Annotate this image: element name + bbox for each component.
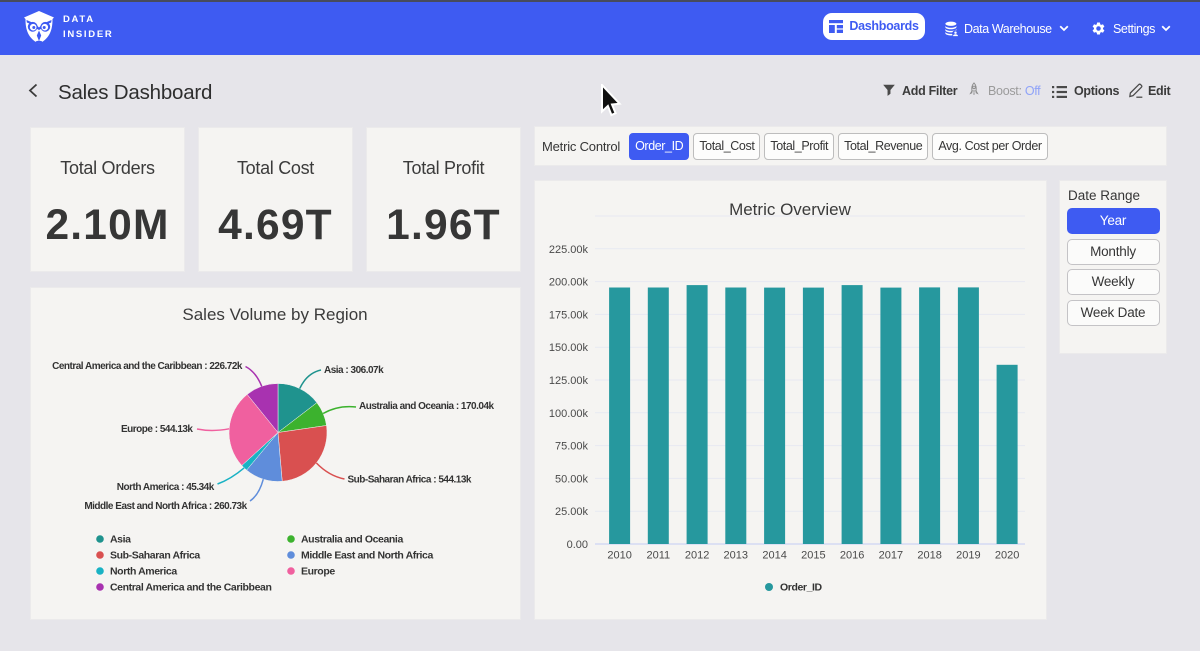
- svg-text:Europe : 544.13k: Europe : 544.13k: [121, 424, 193, 435]
- svg-text:25.00k: 25.00k: [555, 506, 589, 518]
- svg-text:100.00k: 100.00k: [549, 408, 589, 420]
- svg-text:Sales Volume by Region: Sales Volume by Region: [182, 305, 367, 324]
- svg-text:Order_ID: Order_ID: [780, 582, 823, 594]
- svg-text:2011: 2011: [646, 550, 670, 562]
- svg-text:Asia: Asia: [110, 534, 131, 546]
- svg-text:2020: 2020: [995, 550, 1019, 562]
- svg-text:North America : 45.34k: North America : 45.34k: [117, 482, 215, 493]
- svg-text:2014: 2014: [762, 550, 786, 562]
- svg-text:Sub-Saharan Africa: Sub-Saharan Africa: [110, 550, 200, 562]
- svg-text:2013: 2013: [724, 550, 748, 562]
- svg-text:2015: 2015: [801, 550, 825, 562]
- svg-text:50.00k: 50.00k: [555, 473, 589, 485]
- svg-text:225.00k: 225.00k: [549, 244, 589, 256]
- svg-text:Middle East and North Africa: Middle East and North Africa: [301, 550, 433, 562]
- svg-text:175.00k: 175.00k: [549, 309, 589, 321]
- svg-text:Europe: Europe: [301, 566, 335, 578]
- svg-text:Australia and Oceania: Australia and Oceania: [301, 534, 403, 546]
- svg-text:Asia : 306.07k: Asia : 306.07k: [324, 365, 384, 376]
- svg-text:125.00k: 125.00k: [549, 375, 589, 387]
- svg-text:200.00k: 200.00k: [549, 277, 589, 289]
- svg-text:Sub-Saharan Africa : 544.13k: Sub-Saharan Africa : 544.13k: [348, 475, 472, 486]
- svg-text:75.00k: 75.00k: [555, 441, 589, 453]
- svg-text:2017: 2017: [879, 550, 903, 562]
- svg-text:2016: 2016: [840, 550, 864, 562]
- svg-text:2012: 2012: [685, 550, 709, 562]
- svg-text:Central America and the Caribb: Central America and the Caribbean: [110, 582, 271, 594]
- svg-text:150.00k: 150.00k: [549, 342, 589, 354]
- svg-text:Central America and the Caribb: Central America and the Caribbean : 226.…: [52, 361, 243, 372]
- svg-text:2018: 2018: [917, 550, 941, 562]
- svg-text:North America: North America: [110, 566, 177, 578]
- svg-text:2019: 2019: [956, 550, 980, 562]
- svg-text:2010: 2010: [607, 550, 631, 562]
- svg-text:0.00: 0.00: [567, 539, 588, 551]
- svg-text:Middle East and North Africa :: Middle East and North Africa : 260.73k: [84, 501, 247, 512]
- svg-text:Australia and Oceania : 170.04: Australia and Oceania : 170.04k: [359, 401, 495, 412]
